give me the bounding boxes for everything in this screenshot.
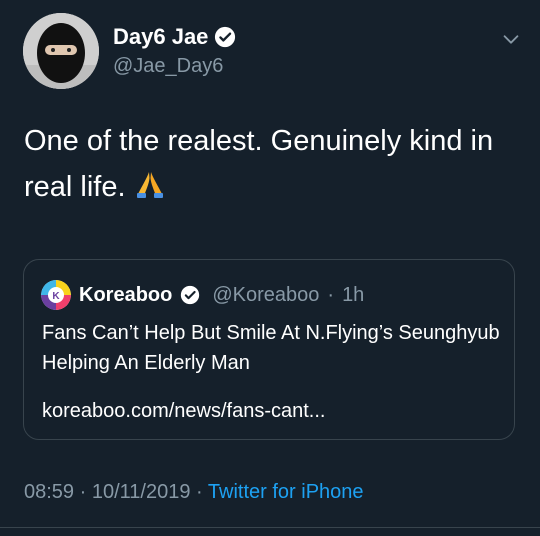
- folded-hands-icon: [136, 172, 163, 198]
- verified-badge-icon: [215, 26, 236, 48]
- author-avatar[interactable]: [23, 13, 99, 89]
- quoted-author-name: Koreaboo: [79, 283, 173, 306]
- divider: [0, 527, 540, 528]
- quoted-tweet-title: Fans Can’t Help But Smile At N.Flying’s …: [42, 322, 500, 374]
- tweet-source-link[interactable]: Twitter for iPhone: [208, 481, 364, 503]
- verified-badge-icon: [181, 285, 200, 305]
- avatar-image: [23, 13, 99, 89]
- meta-separator: ·: [196, 481, 203, 503]
- quoted-author-handle: @Koreaboo: [212, 283, 320, 306]
- tweet-body: One of the realest. Genuinely kind in re…: [24, 118, 524, 210]
- quoted-separator: ·: [327, 283, 335, 306]
- svg-text:K: K: [52, 291, 60, 302]
- author-handle[interactable]: @Jae_Day6: [113, 55, 223, 78]
- quoted-tweet-link[interactable]: koreaboo.com/news/fans-cant...: [42, 400, 325, 423]
- quoted-tweet-card[interactable]: K Koreaboo @Koreaboo · 1h Fans Can’t Hel…: [23, 259, 515, 440]
- author-name-row[interactable]: Day6 Jae: [113, 24, 236, 50]
- quoted-tweet-header: K Koreaboo @Koreaboo · 1h: [41, 280, 364, 310]
- tweet-text: One of the realest. Genuinely kind in re…: [24, 125, 494, 203]
- author-display-name[interactable]: Day6 Jae: [113, 24, 208, 50]
- tweet-meta: 08:59 · 10/11/2019 · Twitter for iPhone: [24, 481, 364, 504]
- chevron-down-icon[interactable]: [500, 28, 522, 50]
- quoted-time-ago: 1h: [342, 283, 365, 306]
- tweet-date: 10/11/2019: [91, 481, 191, 503]
- meta-separator: ·: [79, 481, 87, 503]
- koreaboo-logo-icon: K: [41, 280, 71, 310]
- tweet-time: 08:59: [24, 481, 75, 503]
